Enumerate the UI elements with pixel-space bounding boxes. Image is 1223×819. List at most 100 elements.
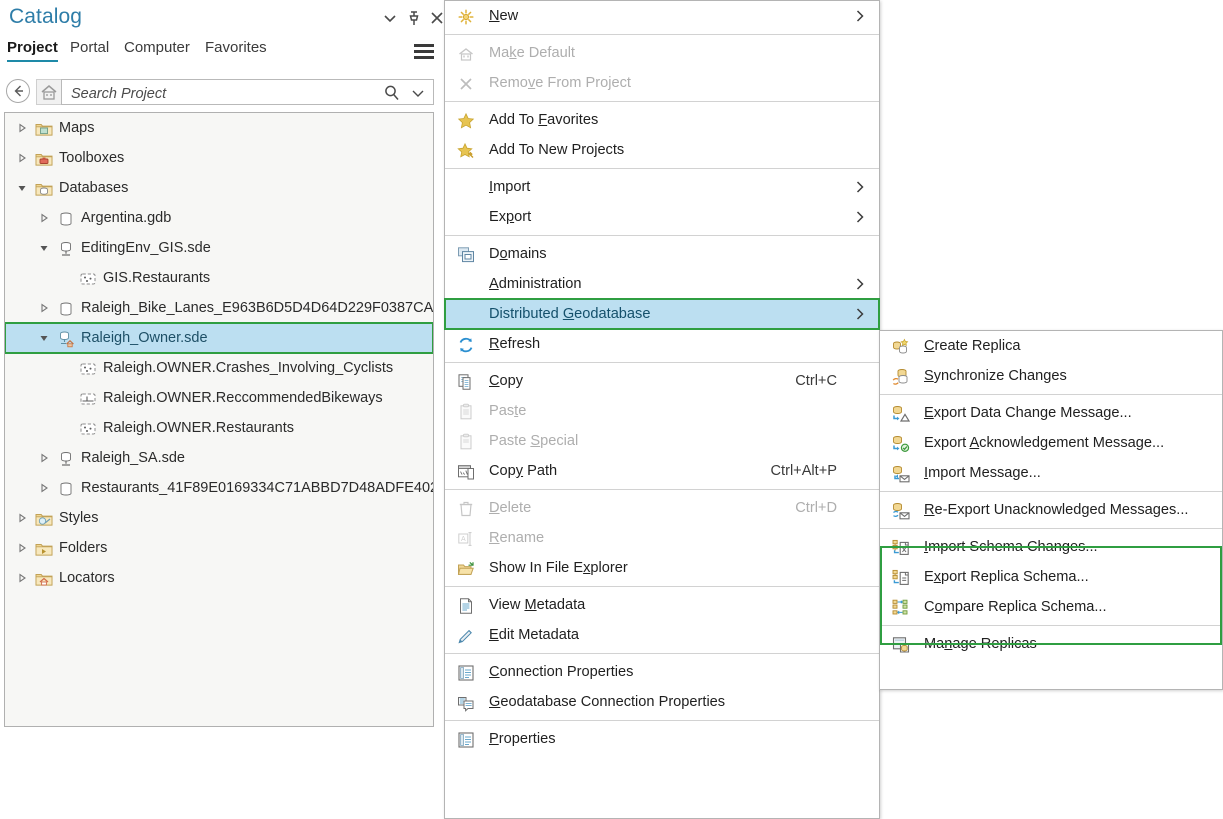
tree-twisty-icon[interactable] bbox=[37, 233, 51, 263]
search-field-wrapper[interactable] bbox=[61, 79, 434, 105]
menu-item-view-metadata[interactable]: View Metadata bbox=[445, 590, 879, 620]
menu-item-label: Delete bbox=[489, 493, 531, 523]
tree-twisty-icon[interactable] bbox=[15, 113, 29, 143]
menu-item-label: New bbox=[489, 1, 518, 31]
pin-icon[interactable] bbox=[404, 8, 424, 28]
distributed-geodatabase-submenu[interactable]: Create ReplicaSynchronize Changes Export … bbox=[879, 330, 1223, 690]
search-input[interactable] bbox=[69, 83, 383, 105]
submenu-item-create-replica[interactable]: Create Replica bbox=[880, 331, 1222, 361]
tree-item[interactable]: GIS.Restaurants bbox=[5, 263, 433, 293]
menu-item-shortcut: Ctrl+D bbox=[795, 493, 837, 523]
search-icon[interactable] bbox=[383, 84, 401, 102]
tree-twisty-icon[interactable] bbox=[37, 443, 51, 473]
menu-item-label: Edit Metadata bbox=[489, 620, 579, 650]
manage-replicas-icon bbox=[892, 635, 910, 653]
tree-item[interactable]: Raleigh.OWNER.ReccommendedBikeways bbox=[5, 383, 433, 413]
menu-item-copy[interactable]: Copy Ctrl+C bbox=[445, 366, 879, 396]
tree-item[interactable]: Toolboxes bbox=[5, 143, 433, 173]
menu-separator bbox=[880, 491, 1222, 492]
menu-item-label: Refresh bbox=[489, 329, 540, 359]
catalog-tree[interactable]: MapsToolboxesDatabasesArgentina.gdbEditi… bbox=[4, 112, 434, 727]
submenu-item-export-replica-schema[interactable]: Export Replica Schema... bbox=[880, 562, 1222, 592]
menu-hamburger-icon[interactable] bbox=[414, 44, 434, 59]
context-menu[interactable]: NewMake DefaultRemove From ProjectAdd To… bbox=[444, 0, 880, 819]
submenu-item-export-data-change-message[interactable]: Export Data Change Message... bbox=[880, 398, 1222, 428]
tree-item[interactable]: Raleigh.OWNER.Restaurants bbox=[5, 413, 433, 443]
tree-twisty-icon[interactable] bbox=[37, 323, 51, 353]
menu-item-add-to-new-projects[interactable]: Add To New Projects bbox=[445, 135, 879, 165]
tree-item[interactable]: Raleigh_Bike_Lanes_E963B6D5D4D64D229F038… bbox=[5, 293, 433, 323]
menu-item-delete: Delete Ctrl+D bbox=[445, 493, 879, 523]
menu-item-shortcut: Ctrl+C bbox=[795, 366, 837, 396]
menu-item-make-default: Make Default bbox=[445, 38, 879, 68]
submenu-item-import-message[interactable]: Import Message... bbox=[880, 458, 1222, 488]
menu-item-refresh[interactable]: Refresh bbox=[445, 329, 879, 359]
menu-item-label: Copy bbox=[489, 366, 523, 396]
tree-item[interactable]: Folders bbox=[5, 533, 433, 563]
menu-item-label: Re-Export Unacknowledged Messages... bbox=[924, 495, 1188, 525]
tree-item[interactable]: Styles bbox=[5, 503, 433, 533]
menu-item-add-to-favorites[interactable]: Add To Favorites bbox=[445, 105, 879, 135]
submenu-item-compare-replica-schema[interactable]: Compare Replica Schema... bbox=[880, 592, 1222, 622]
star-pin-icon bbox=[457, 141, 475, 159]
menu-item-label: Show In File Explorer bbox=[489, 553, 628, 583]
menu-item-new[interactable]: New bbox=[445, 1, 879, 31]
tree-twisty-icon[interactable] bbox=[15, 173, 29, 203]
back-button[interactable] bbox=[6, 79, 30, 103]
chevron-down-icon[interactable] bbox=[411, 86, 425, 100]
tree-item[interactable]: Raleigh_SA.sde bbox=[5, 443, 433, 473]
import-message-icon bbox=[892, 464, 910, 482]
tab-favorites[interactable]: Favorites bbox=[205, 39, 267, 60]
menu-item-properties[interactable]: Properties bbox=[445, 724, 879, 754]
menu-item-label: Rename bbox=[489, 523, 544, 553]
import-schema-changes-icon bbox=[892, 538, 910, 556]
tree-item[interactable]: Databases bbox=[5, 173, 433, 203]
menu-item-show-in-file-explorer[interactable]: Show In File Explorer bbox=[445, 553, 879, 583]
menu-item-edit-metadata[interactable]: Edit Metadata bbox=[445, 620, 879, 650]
menu-item-export[interactable]: Export bbox=[445, 202, 879, 232]
database-connection-icon bbox=[57, 239, 75, 257]
refresh-icon bbox=[457, 335, 475, 353]
menu-separator bbox=[445, 34, 879, 35]
tree-item-selected[interactable]: Raleigh_Owner.sde bbox=[5, 323, 433, 353]
tree-item-label: Raleigh_Bike_Lanes_E963B6D5D4D64D229F038… bbox=[81, 293, 434, 323]
menu-item-distributed-geodatabase[interactable]: Distributed Geodatabase bbox=[445, 299, 879, 329]
tree-twisty-icon[interactable] bbox=[15, 563, 29, 593]
tree-item[interactable]: Restaurants_41F89E0169334C71ABBD7D48ADFE… bbox=[5, 473, 433, 503]
menu-item-geodatabase-connection-properties[interactable]: Geodatabase Connection Properties bbox=[445, 687, 879, 717]
menu-item-domains[interactable]: Domains bbox=[445, 239, 879, 269]
menu-item-administration[interactable]: Administration bbox=[445, 269, 879, 299]
collapse-icon[interactable] bbox=[380, 8, 400, 28]
export-replica-schema-icon bbox=[892, 568, 910, 586]
submenu-item-manage-replicas[interactable]: Manage Replicas bbox=[880, 629, 1222, 659]
chevron-right-icon bbox=[855, 202, 865, 232]
menu-separator bbox=[445, 586, 879, 587]
database-connection-default-icon bbox=[57, 329, 75, 347]
menu-item-copy-path[interactable]: Copy PathCtrl+Alt+P bbox=[445, 456, 879, 486]
menu-item-import[interactable]: Import bbox=[445, 172, 879, 202]
tree-item[interactable]: Maps bbox=[5, 113, 433, 143]
tab-project[interactable]: Project bbox=[7, 39, 58, 62]
tree-twisty-icon[interactable] bbox=[37, 473, 51, 503]
database-connection-icon bbox=[57, 449, 75, 467]
tree-twisty-icon[interactable] bbox=[15, 503, 29, 533]
submenu-item-import-schema-changes[interactable]: Import Schema Changes... bbox=[880, 532, 1222, 562]
tab-portal[interactable]: Portal bbox=[70, 39, 109, 60]
tree-item[interactable]: EditingEnv_GIS.sde bbox=[5, 233, 433, 263]
tree-twisty-icon[interactable] bbox=[15, 533, 29, 563]
tree-item[interactable]: Argentina.gdb bbox=[5, 203, 433, 233]
tree-item[interactable]: Raleigh.OWNER.Crashes_Involving_Cyclists bbox=[5, 353, 433, 383]
tree-twisty-icon[interactable] bbox=[37, 293, 51, 323]
tab-computer[interactable]: Computer bbox=[124, 39, 190, 60]
tree-twisty-icon[interactable] bbox=[15, 143, 29, 173]
menu-item-connection-properties[interactable]: Connection Properties bbox=[445, 657, 879, 687]
submenu-item-export-acknowledgement-message[interactable]: Export Acknowledgement Message... bbox=[880, 428, 1222, 458]
submenu-item-synchronize-changes[interactable]: Synchronize Changes bbox=[880, 361, 1222, 391]
menu-separator bbox=[880, 528, 1222, 529]
home-button[interactable] bbox=[36, 79, 62, 105]
submenu-item-re-export-unacknowledged-messages[interactable]: Re-Export Unacknowledged Messages... bbox=[880, 495, 1222, 525]
close-x-icon bbox=[457, 74, 475, 92]
tree-twisty-icon[interactable] bbox=[37, 203, 51, 233]
tree-item-label: Raleigh.OWNER.Restaurants bbox=[103, 413, 294, 443]
tree-item[interactable]: Locators bbox=[5, 563, 433, 593]
